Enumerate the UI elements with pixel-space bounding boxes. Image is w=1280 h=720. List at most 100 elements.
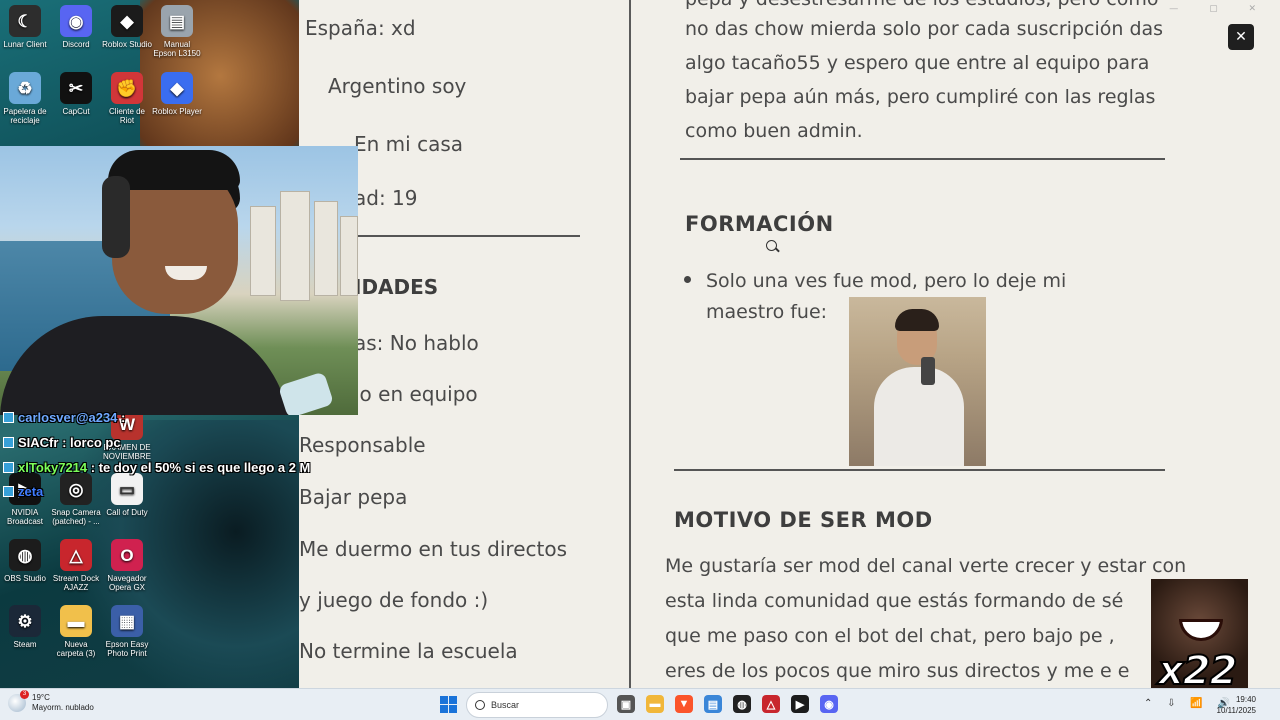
doc-right-line: algo tacaño55 y espero que entre al equi…: [685, 52, 1150, 74]
desktop-icon[interactable]: ✂ CapCut: [51, 72, 101, 116]
taskbar: 3 19°C Mayorm. nublado Buscar ▣ ▬ ▼ ▤ ◍ △ ▶ ◉ ⌃…: [0, 688, 1280, 720]
webcam-overlay: [0, 146, 358, 415]
desktop-icon[interactable]: ◉ Discord: [51, 5, 101, 49]
desktop-icon[interactable]: ▭ Call of Duty: [102, 473, 152, 517]
bullet-point: [684, 276, 691, 283]
chat-message: SIACfr : lorco pc: [3, 435, 121, 450]
desktop-icon-label: Call of Duty: [106, 508, 148, 517]
desktop-icon[interactable]: ⚙ Steam: [0, 605, 50, 649]
motivo-line: eres de los pocos que miro sus directos …: [665, 660, 1130, 682]
zoom-cursor-icon: [766, 240, 777, 251]
motivo-heading: MOTIVO DE SER MOD: [674, 508, 933, 532]
desktop-icon[interactable]: ▬ Nueva carpeta (3): [51, 605, 101, 658]
chat-message: carlosver@a234 :: [3, 410, 125, 425]
desktop-icon[interactable]: ▦ Epson Easy Photo Print: [102, 605, 152, 658]
start-button[interactable]: [440, 696, 457, 713]
section-divider: [356, 235, 580, 237]
doc-left-line: y juego de fondo :): [299, 588, 489, 612]
doc-left-line: No termine la escuela: [299, 639, 518, 663]
doc-left-line: as: No hablo: [354, 331, 479, 355]
recycle-bin-icon: ♻: [9, 72, 41, 104]
chat-message: zeta: [3, 484, 43, 499]
epson-photo-print-icon: ▦: [111, 605, 143, 637]
formacion-heading: FORMACIÓN: [685, 212, 834, 236]
desktop-icon[interactable]: O Navegador Opera GX: [102, 539, 152, 592]
steam-icon: ⚙: [9, 605, 41, 637]
section-divider: [680, 158, 1165, 160]
doc-right-line: como buen admin.: [685, 120, 863, 142]
lunar-client-icon: ☾: [9, 5, 41, 37]
formacion-line: maestro fue:: [706, 301, 828, 323]
document-viewer: — ▢ ✕ España: xd Argentino soy En mi cas…: [299, 0, 1280, 688]
desktop-icon-label: Roblox Studio: [102, 40, 152, 49]
desktop-icon[interactable]: △ Stream Dock AJAZZ: [51, 539, 101, 592]
mentor-photo: [849, 297, 986, 466]
phone-in-hand: [277, 371, 335, 415]
chat-message: xlToky7214 : te doy el 50% si es que lle…: [3, 460, 310, 475]
notification-badge: 3: [20, 690, 29, 699]
weather-widget[interactable]: 3 19°C Mayorm. nublado: [8, 690, 94, 713]
desktop-icon[interactable]: ◆ Roblox Player: [152, 72, 202, 116]
motivo-line: que me paso con el bot del chat, pero ba…: [665, 625, 1115, 647]
desktop-icon[interactable]: ☾ Lunar Client: [0, 5, 50, 49]
desktop-icon[interactable]: ◎ Snap Camera (patched) - ...: [51, 473, 101, 526]
close-button[interactable]: ✕: [1228, 24, 1254, 50]
weather-desc: Mayorm. nublado: [32, 703, 94, 712]
desktop-icon-label: CapCut: [62, 107, 90, 116]
doc-left-line: España: xd: [305, 16, 416, 40]
nvidia-icon[interactable]: ▶: [791, 695, 809, 713]
epson-manual-icon: ▤: [161, 5, 193, 37]
desktop-icon[interactable]: ♻ Papelera de reciclaje: [0, 72, 50, 125]
desktop-icon-label: Lunar Client: [3, 40, 47, 49]
desktop-icon-label: Stream Dock AJAZZ: [52, 574, 100, 592]
doc-left-line: Argentino soy: [328, 74, 467, 98]
chat-text: :: [117, 410, 126, 425]
motivo-line: esta linda comunidad que estás formando …: [665, 590, 1124, 612]
desktop-icon[interactable]: ◆ Roblox Studio: [102, 5, 152, 49]
doc-right-line: bajar pepa aún más, pero cumpliré con la…: [685, 86, 1156, 108]
desktop-icon[interactable]: ▤ Manual Epson L3150: [152, 5, 202, 58]
desktop-icon-label: Epson Easy Photo Print: [105, 640, 149, 658]
snap-camera-icon: ◎: [60, 473, 92, 505]
chat-badge-icon: [3, 462, 14, 473]
roblox-player-icon: ◆: [161, 72, 193, 104]
discord-icon: ◉: [60, 5, 92, 37]
chat-badge-icon: [3, 486, 14, 497]
desktop-icon-label: Discord: [62, 40, 90, 49]
chat-username: SIACfr: [18, 435, 59, 450]
doc-left-line: Responsable: [299, 433, 426, 457]
cloud-icon: 3: [8, 690, 29, 712]
desktop-icon-label: Navegador Opera GX: [107, 574, 147, 592]
chat-username: zeta: [18, 484, 44, 499]
search-input[interactable]: Buscar: [466, 692, 608, 718]
brave-icon[interactable]: ▼: [675, 695, 693, 713]
roblox-studio-icon: ◆: [111, 5, 143, 37]
desktop-icon[interactable]: ▶ NVIDIA Broadcast: [0, 473, 50, 526]
doc-left-line: Me duermo en tus directos: [299, 537, 568, 561]
clock[interactable]: 19:40 10/11/2025: [1217, 694, 1256, 716]
weather-temp: 19°C: [32, 693, 50, 702]
notepad-icon[interactable]: ▤: [704, 695, 722, 713]
desktop-icon-label: Papelera de reciclaje: [3, 107, 47, 125]
task-view-icon[interactable]: ▣: [617, 695, 635, 713]
discord-icon[interactable]: ◉: [820, 695, 838, 713]
clock-date: 10/11/2025: [1216, 706, 1256, 715]
stream-dock-icon[interactable]: △: [762, 695, 780, 713]
doc-left-line: ad: 19: [354, 186, 418, 210]
desktop-icon-label: Snap Camera (patched) - ...: [51, 508, 101, 526]
chat-text: : lorco pc: [58, 435, 121, 450]
column-divider: [629, 0, 631, 688]
doc-left-line: Bajar pepa: [299, 485, 408, 509]
call-of-duty-icon: ▭: [111, 473, 143, 505]
chat-username: xlToky7214: [18, 460, 88, 475]
chat-text: : te doy el 50% si es que llego a 2 M: [87, 460, 311, 475]
search-placeholder: Buscar: [491, 700, 520, 710]
obs-studio-icon[interactable]: ◍: [733, 695, 751, 713]
doc-left-heading: IDADES: [354, 275, 439, 299]
clock-time: 19:40: [1235, 695, 1256, 704]
desktop-icon[interactable]: ◍ OBS Studio: [0, 539, 50, 583]
file-explorer-icon[interactable]: ▬: [646, 695, 664, 713]
formacion-line: Solo una ves fue mod, pero lo deje mi: [706, 270, 1067, 292]
window-controls[interactable]: — ▢ ✕: [1169, 4, 1270, 14]
desktop-icon[interactable]: ✊ Cliente de Riot: [102, 72, 152, 125]
